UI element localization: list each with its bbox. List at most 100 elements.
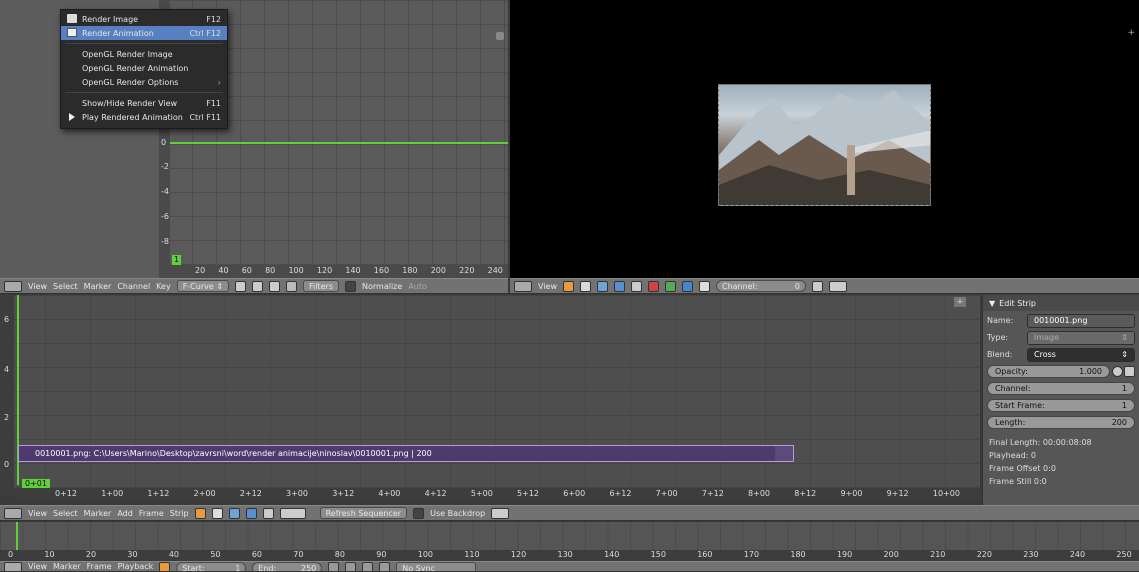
- image-strip[interactable]: 0010001.png: C:\Users\Marino\Desktop\zav…: [18, 445, 794, 462]
- menu-marker[interactable]: Marker: [84, 509, 112, 518]
- time-tick: 7+00: [655, 489, 678, 498]
- menu-frame[interactable]: Frame: [139, 509, 164, 518]
- menu-item-show-hide-render-view[interactable]: Show/Hide Render View F11: [61, 96, 227, 110]
- render-icon[interactable]: [828, 280, 847, 292]
- errors-icon[interactable]: [269, 280, 281, 292]
- menu-channel[interactable]: Channel: [117, 282, 150, 291]
- menu-view[interactable]: View: [28, 282, 47, 291]
- display-mode-icon[interactable]: [211, 507, 223, 519]
- view-type-icon[interactable]: [579, 280, 591, 292]
- sync-dropdown[interactable]: No Sync: [396, 562, 477, 571]
- play-icon[interactable]: [362, 562, 374, 571]
- zoom-icon[interactable]: [279, 507, 306, 519]
- render-image-icon: [67, 14, 77, 23]
- timeline-tick: 80: [334, 550, 345, 559]
- use-backdrop-label: Use Backdrop: [430, 508, 486, 518]
- panel-header[interactable]: ▼ Edit Strip: [983, 295, 1139, 311]
- sequencer-header: View Select Marker Add Frame Strip Refre…: [0, 505, 1139, 521]
- menu-view[interactable]: View: [538, 282, 557, 291]
- jump-start-icon[interactable]: [328, 562, 340, 571]
- start-frame-field[interactable]: Start: 1: [176, 562, 247, 571]
- menu-item-render-image[interactable]: Render Image F12: [61, 12, 227, 26]
- lock-icon[interactable]: [811, 280, 823, 292]
- keyframe-icon[interactable]: [1112, 366, 1123, 377]
- name-field[interactable]: 0010001.png: [1027, 313, 1135, 328]
- timeline-tick: 70: [293, 550, 304, 559]
- timeline-tick: 230: [1023, 550, 1039, 559]
- menu-item-play-rendered-animation[interactable]: Play Rendered Animation Ctrl F11: [61, 110, 227, 124]
- menu-key[interactable]: Key: [156, 282, 171, 291]
- sequencer-type-icon[interactable]: [4, 507, 22, 519]
- channels-icon[interactable]: [613, 280, 625, 292]
- normalize-checkbox[interactable]: [345, 280, 357, 292]
- normalize-label: Normalize: [362, 281, 403, 291]
- scroll-handle[interactable]: [496, 32, 504, 40]
- lock-icon[interactable]: [1124, 366, 1135, 377]
- blue-channel-icon[interactable]: [681, 280, 693, 292]
- menu-add[interactable]: Add: [117, 509, 133, 518]
- menu-frame[interactable]: Frame: [87, 562, 112, 571]
- red-channel-icon[interactable]: [647, 280, 659, 292]
- channels-icon[interactable]: [245, 507, 257, 519]
- menu-item-opengl-render-image[interactable]: OpenGL Render Image: [61, 47, 227, 61]
- time-tick: 4+12: [424, 489, 447, 498]
- hidden-icon[interactable]: [252, 280, 264, 292]
- graph-editor-type-icon[interactable]: [4, 280, 22, 292]
- record-icon[interactable]: [159, 562, 171, 571]
- sequencer-type-icon[interactable]: [514, 280, 532, 292]
- add-area-icon[interactable]: +: [954, 297, 966, 307]
- y-tick: -4: [161, 187, 169, 196]
- refresh-sequencer-button[interactable]: Refresh Sequencer: [319, 507, 408, 519]
- overlay-icon[interactable]: [596, 280, 608, 292]
- luma-icon[interactable]: [698, 280, 710, 292]
- play-icon: [69, 113, 75, 121]
- display-mode-icon[interactable]: [562, 280, 574, 292]
- sequencer-strips-area[interactable]: 6 4 2 0 0010001.png: C:\Users\Marino\Des…: [0, 295, 980, 500]
- alpha-icon[interactable]: [630, 280, 642, 292]
- strip-handle-right[interactable]: [775, 446, 793, 461]
- length-row: Length: 200: [987, 415, 1135, 430]
- time-tick: 2+00: [193, 489, 216, 498]
- channel-field[interactable]: Channel: 0: [715, 280, 806, 292]
- channel-row: Channel: 1: [987, 381, 1135, 396]
- menu-strip[interactable]: Strip: [170, 509, 189, 518]
- timeline-area[interactable]: 0 10 20 30 40 50 60 70 80 90 100 110 120…: [0, 522, 1139, 560]
- strip-label: 0010001.png: C:\Users\Marino\Desktop\zav…: [35, 449, 432, 458]
- menu-view[interactable]: View: [28, 562, 47, 571]
- blend-dropdown[interactable]: Cross ⇕: [1027, 347, 1135, 362]
- menu-marker[interactable]: Marker: [84, 282, 112, 291]
- render-menu: Render Image F12 Render Animation Ctrl F…: [60, 9, 228, 129]
- add-area-icon[interactable]: +: [1127, 28, 1135, 38]
- menu-marker[interactable]: Marker: [53, 562, 81, 571]
- menu-item-render-animation[interactable]: Render Animation Ctrl F12: [61, 26, 227, 40]
- channel-field[interactable]: Channel: 1: [987, 382, 1135, 395]
- collapse-icon: ▼: [989, 298, 996, 308]
- menu-item-opengl-render-animation[interactable]: OpenGL Render Animation: [61, 61, 227, 75]
- alpha-icon[interactable]: [262, 507, 274, 519]
- jump-end-icon[interactable]: [379, 562, 391, 571]
- opacity-field[interactable]: Opacity: 1.000: [987, 365, 1110, 378]
- menu-view[interactable]: View: [28, 509, 47, 518]
- play-reverse-icon[interactable]: [345, 562, 357, 571]
- menu-playback[interactable]: Playback: [118, 562, 154, 571]
- sequencer-preview[interactable]: +: [510, 0, 1139, 278]
- render-icon[interactable]: [491, 507, 510, 519]
- menu-select[interactable]: Select: [53, 282, 78, 291]
- menu-select[interactable]: Select: [53, 509, 78, 518]
- x-tick: 240: [487, 266, 503, 275]
- start-frame-field[interactable]: Start Frame: 1: [987, 399, 1135, 412]
- mode-dropdown[interactable]: F-Curve ⇕: [176, 280, 230, 292]
- menu-item-opengl-render-options[interactable]: OpenGL Render Options ›: [61, 75, 227, 89]
- view-type-icon[interactable]: [194, 507, 206, 519]
- length-field[interactable]: Length: 200: [987, 416, 1135, 429]
- search-icon[interactable]: [286, 280, 298, 292]
- use-backdrop-checkbox[interactable]: [413, 507, 425, 519]
- filters-button[interactable]: Filters: [303, 280, 340, 292]
- auto-label[interactable]: Auto: [408, 282, 427, 291]
- end-frame-field[interactable]: End: 250: [252, 562, 323, 571]
- render-animation-icon: [67, 28, 77, 37]
- only-selected-icon[interactable]: [235, 280, 247, 292]
- overlay-icon[interactable]: [228, 507, 240, 519]
- timeline-type-icon[interactable]: [4, 562, 22, 571]
- green-channel-icon[interactable]: [664, 280, 676, 292]
